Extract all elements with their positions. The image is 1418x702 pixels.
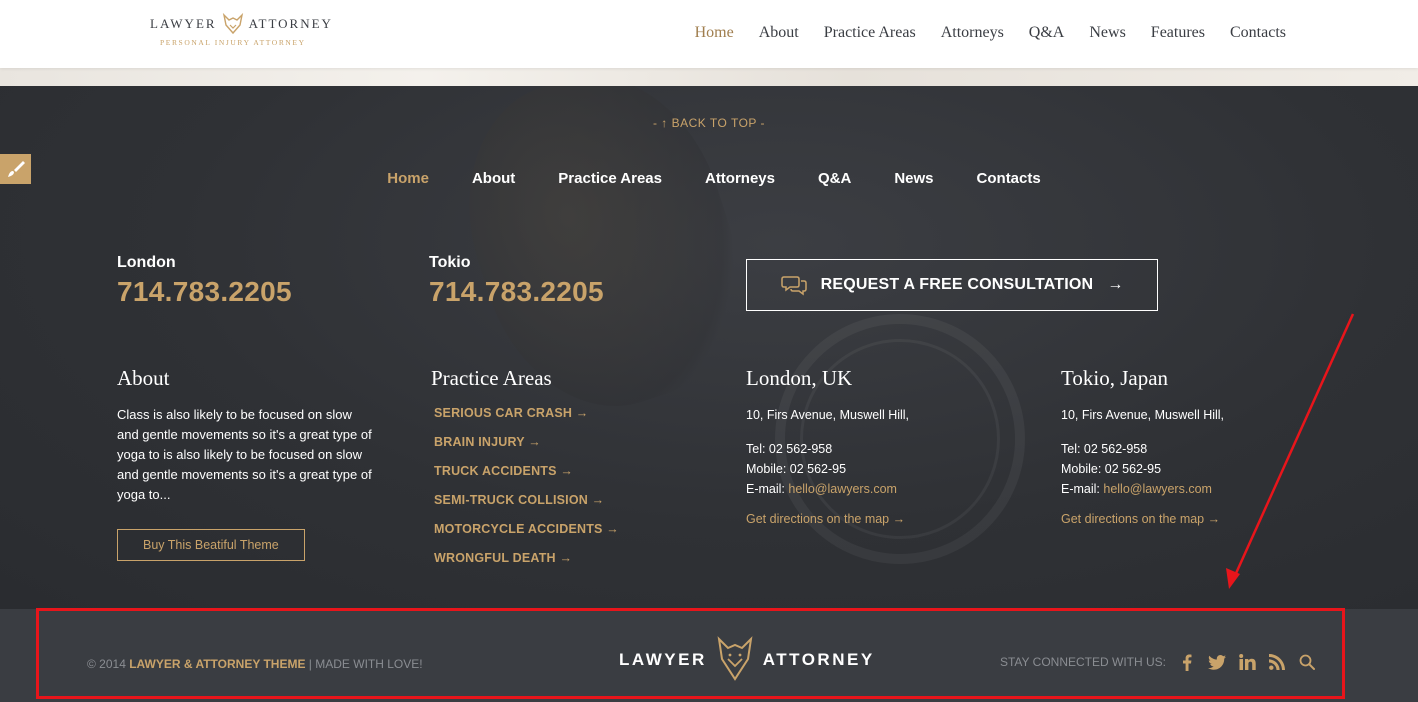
annotation-arrow-icon: [1226, 313, 1355, 589]
